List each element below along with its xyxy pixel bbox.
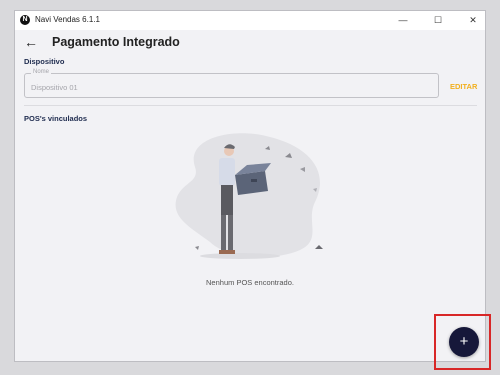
edit-button[interactable]: EDITAR [450, 82, 477, 91]
plus-icon: + [459, 333, 469, 350]
device-name-input[interactable] [29, 79, 413, 95]
empty-state-illustration [175, 133, 323, 259]
back-arrow-icon[interactable]: ← [23, 34, 39, 50]
device-name-field[interactable]: Nome [24, 69, 439, 98]
add-pos-button[interactable]: + [449, 327, 479, 357]
title-bar: N Navi Vendas 6.1.1 — ☐ ✕ [15, 11, 485, 30]
page-header: ← Pagamento Integrado [15, 30, 485, 58]
device-section-label: Dispositivo [24, 57, 65, 66]
device-name-field-label: Nome [31, 69, 52, 75]
window-title: Navi Vendas 6.1.1 [35, 15, 100, 24]
empty-state-message: Nenhum POS encontrado. [206, 278, 294, 287]
close-button[interactable]: ✕ [461, 11, 485, 30]
app-window: N Navi Vendas 6.1.1 — ☐ ✕ ← Pagamento In… [14, 10, 486, 362]
section-divider [24, 105, 477, 106]
minimize-button[interactable]: — [391, 11, 415, 30]
maximize-button[interactable]: ☐ [426, 11, 450, 30]
page-title: Pagamento Integrado [52, 35, 180, 49]
app-logo-icon: N [20, 15, 30, 25]
pos-section-label: POS's vinculados [24, 114, 88, 123]
